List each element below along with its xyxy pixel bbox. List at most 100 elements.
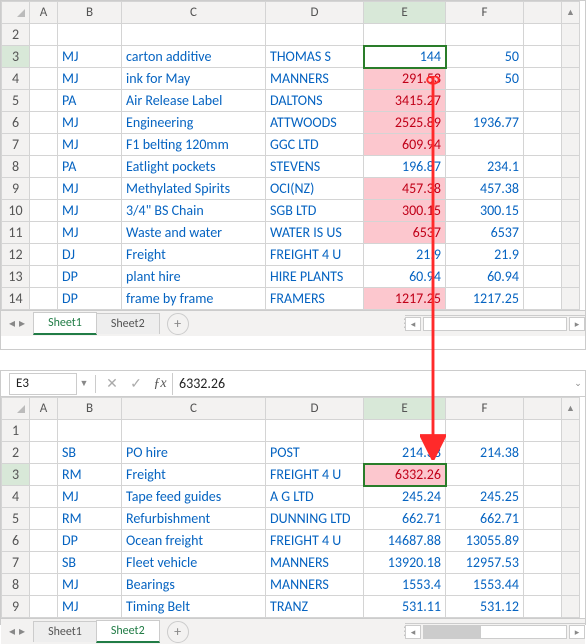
tab-nav-next-icon[interactable]: ▸	[19, 316, 25, 331]
cell-D3[interactable]: FREIGHT 4 U	[266, 464, 364, 486]
cell-D7[interactable]: GGC LTD	[266, 134, 364, 156]
cell-D1[interactable]	[266, 420, 364, 442]
vscroll-track[interactable]	[562, 156, 580, 178]
tab-nav-prev-icon[interactable]: ◂	[9, 316, 15, 331]
vscroll-track[interactable]	[562, 574, 580, 596]
cell-F3[interactable]	[446, 464, 524, 486]
cell-C12[interactable]: Freight	[122, 244, 266, 266]
cell-D13[interactable]: HIRE PLANTS	[266, 266, 364, 288]
row-header[interactable]: 11	[2, 222, 30, 244]
cell-F6[interactable]: 13055.89	[446, 530, 524, 552]
vscroll-track[interactable]	[562, 244, 580, 266]
name-box[interactable]: E3	[9, 373, 77, 395]
row-header[interactable]: 14	[2, 288, 30, 310]
vscroll-track[interactable]	[562, 288, 580, 310]
cell-B12[interactable]: DJ	[58, 244, 122, 266]
vscroll-track[interactable]	[562, 442, 580, 464]
cell-A5[interactable]	[30, 508, 58, 530]
row-header[interactable]: 9	[2, 596, 30, 618]
vscroll-track[interactable]	[562, 46, 580, 68]
cell-F6[interactable]: 1936.77	[446, 112, 524, 134]
cell-A12[interactable]	[30, 244, 58, 266]
cell-E12[interactable]: 21.9	[364, 244, 446, 266]
cell-A2[interactable]	[30, 24, 58, 46]
cell-blank[interactable]	[524, 200, 562, 222]
cell-E14[interactable]: 1217.25	[364, 288, 446, 310]
col-header-A[interactable]: A	[30, 398, 58, 420]
col-header-B[interactable]: B	[58, 2, 122, 24]
row-header[interactable]: 4	[2, 68, 30, 90]
cell-E11[interactable]: 6537	[364, 222, 446, 244]
cell-blank[interactable]	[524, 596, 562, 618]
cell-F13[interactable]: 60.94	[446, 266, 524, 288]
cell-blank[interactable]	[524, 486, 562, 508]
vscroll-up[interactable]: ▲	[562, 2, 580, 24]
cell-D8[interactable]: STEVENS	[266, 156, 364, 178]
row-header[interactable]: 9	[2, 178, 30, 200]
cell-C8[interactable]: Eatlight pockets	[122, 156, 266, 178]
cell-F14[interactable]: 1217.25	[446, 288, 524, 310]
cell-E3[interactable]: 6332.26	[364, 464, 446, 486]
cell-B2[interactable]: SB	[58, 442, 122, 464]
cell-A3[interactable]	[30, 46, 58, 68]
cell-C6[interactable]: Engineering	[122, 112, 266, 134]
cell-blank[interactable]	[524, 508, 562, 530]
cell-B4[interactable]: MJ	[58, 68, 122, 90]
cell-blank[interactable]	[524, 244, 562, 266]
row-header[interactable]: 3	[2, 464, 30, 486]
cell-E8[interactable]: 1553.4	[364, 574, 446, 596]
col-header-E[interactable]: E	[364, 398, 446, 420]
cell-A11[interactable]	[30, 222, 58, 244]
cell-E1[interactable]	[364, 420, 446, 442]
cell-E6[interactable]: 2525.89	[364, 112, 446, 134]
fx-icon[interactable]: ƒx	[148, 373, 172, 395]
select-all-corner[interactable]	[2, 2, 30, 24]
cell-F8[interactable]: 1553.44	[446, 574, 524, 596]
cell-B6[interactable]: MJ	[58, 112, 122, 134]
cell-F11[interactable]: 6537	[446, 222, 524, 244]
cell-A7[interactable]	[30, 552, 58, 574]
col-header-A[interactable]: A	[30, 2, 58, 24]
cell-D10[interactable]: SGB LTD	[266, 200, 364, 222]
cell-blank[interactable]	[524, 112, 562, 134]
vscroll-track[interactable]	[562, 24, 580, 46]
row-header[interactable]: 5	[2, 90, 30, 112]
vscroll-track[interactable]	[562, 134, 580, 156]
cell-B5[interactable]: PA	[58, 90, 122, 112]
col-header-D[interactable]: D	[266, 2, 364, 24]
cell-E3[interactable]: 144	[364, 46, 446, 68]
vscroll-track[interactable]	[562, 90, 580, 112]
row-header[interactable]: 6	[2, 530, 30, 552]
cell-blank[interactable]	[524, 46, 562, 68]
add-sheet-button[interactable]: +	[167, 621, 189, 643]
cell-blank[interactable]	[524, 552, 562, 574]
row-header[interactable]: 4	[2, 486, 30, 508]
vscroll-track[interactable]	[562, 420, 580, 442]
cell-F7[interactable]	[446, 134, 524, 156]
cell-C1[interactable]	[122, 420, 266, 442]
cell-B7[interactable]: SB	[58, 552, 122, 574]
cell-F4[interactable]: 50	[446, 68, 524, 90]
cell-C11[interactable]: Waste and water	[122, 222, 266, 244]
vscroll-track[interactable]	[562, 200, 580, 222]
cell-F9[interactable]: 457.38	[446, 178, 524, 200]
formula-value[interactable]: 6332.26	[172, 373, 571, 395]
cell-C2[interactable]	[122, 24, 266, 46]
hscroll-left-button[interactable]: ◂	[405, 625, 421, 639]
cell-D3[interactable]: THOMAS S	[266, 46, 364, 68]
cell-E9[interactable]: 531.11	[364, 596, 446, 618]
hscroll-track[interactable]	[423, 625, 567, 639]
cell-blank[interactable]	[524, 530, 562, 552]
vscroll-track[interactable]	[562, 486, 580, 508]
cell-D11[interactable]: WATER IS US	[266, 222, 364, 244]
col-header-B[interactable]: B	[58, 398, 122, 420]
cell-E10[interactable]: 300.15	[364, 200, 446, 222]
cell-A8[interactable]	[30, 156, 58, 178]
vscroll-track[interactable]	[562, 530, 580, 552]
col-header-E[interactable]: E	[364, 2, 446, 24]
cell-B7[interactable]: MJ	[58, 134, 122, 156]
cell-A5[interactable]	[30, 90, 58, 112]
cell-B8[interactable]: MJ	[58, 574, 122, 596]
cell-blank[interactable]	[524, 90, 562, 112]
cell-A6[interactable]	[30, 530, 58, 552]
